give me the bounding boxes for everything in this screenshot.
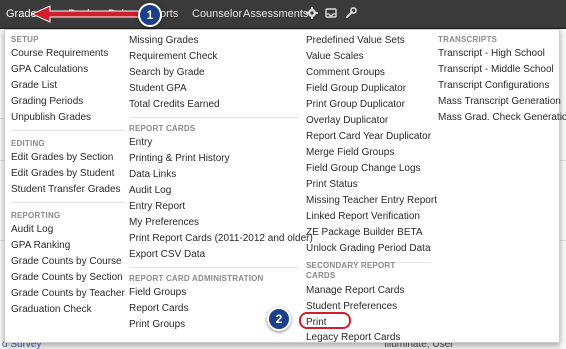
section-header-report-card-administration: REPORT CARD ADMINISTRATION (129, 274, 264, 283)
menu-item-unlock-grading-period-data[interactable]: Unlock Grading Period Data (306, 243, 431, 255)
menu-item-transcript-configurations[interactable]: Transcript Configurations (438, 80, 549, 92)
menu-item-requirement-check[interactable]: Requirement Check (129, 51, 217, 63)
menu-item-entry-report[interactable]: Entry Report (129, 201, 185, 213)
screen: d Survey Illuminate, User Grades eBack B… (0, 0, 566, 349)
menu-item-course-requirements[interactable]: Course Requirements (11, 48, 108, 60)
menu-item-grade-list[interactable]: Grade List (11, 80, 57, 92)
nav-item-counselor[interactable]: Counselor (192, 8, 242, 20)
section-header-secondary-report-cards: SECONDARY REPORT CARDS (306, 261, 395, 281)
menu-item-grade-counts-by-teacher[interactable]: Grade Counts by Teacher (11, 288, 125, 300)
menu-item-missing-teacher-entry-report[interactable]: Missing Teacher Entry Report (306, 195, 437, 207)
menu-item-report-cards-audit-log[interactable]: Audit Log (129, 185, 171, 197)
section-header-setup: SETUP (11, 35, 39, 44)
menu-item-print-status[interactable]: Print Status (306, 179, 358, 191)
menu-item-student-transfer-grades[interactable]: Student Transfer Grades (11, 184, 121, 196)
menu-item-gpa-calculations[interactable]: GPA Calculations (11, 64, 88, 76)
inbox-icon[interactable] (324, 6, 338, 20)
menu-item-mass-transcript-generation[interactable]: Mass Transcript Generation (438, 96, 561, 108)
menu-item-my-preferences[interactable]: My Preferences (129, 217, 199, 229)
menu-item-report-cards[interactable]: Report Cards (129, 303, 188, 315)
menu-item-ze-package-builder[interactable]: ZE Package Builder BETA (306, 227, 423, 239)
step-callout-2: 2 (267, 307, 291, 331)
section-header-reporting: REPORTING (11, 211, 61, 220)
menu-item-search-by-grade[interactable]: Search by Grade (129, 67, 205, 79)
menu-item-grade-counts-by-course[interactable]: Grade Counts by Course (11, 256, 122, 268)
menu-item-export-csv-data[interactable]: Export CSV Data (129, 249, 205, 261)
menu-item-transcript-high-school[interactable]: Transcript - High School (438, 48, 545, 60)
menu-item-print-group-duplicator[interactable]: Print Group Duplicator (306, 99, 405, 111)
section-header-report-cards: REPORT CARDS (129, 124, 196, 133)
section-header-line: CARDS (306, 271, 336, 280)
menu-item-mass-grad-check-generation[interactable]: Mass Grad. Check Generation (438, 112, 566, 124)
annotation-highlight-print (299, 312, 351, 329)
menu-divider (129, 117, 299, 118)
nav-item-partial-3[interactable]: orts (160, 8, 178, 20)
menu-item-grade-counts-by-section[interactable]: Grade Counts by Section (11, 272, 123, 284)
menu-item-student-gpa[interactable]: Student GPA (129, 83, 187, 95)
menu-item-unpublish-grades[interactable]: Unpublish Grades (11, 112, 91, 124)
section-header-editing: EDITING (11, 139, 45, 148)
menu-item-linked-report-verification[interactable]: Linked Report Verification (306, 211, 420, 223)
menu-item-total-credits-earned[interactable]: Total Credits Earned (129, 99, 220, 111)
menu-item-report-card-year-duplicator[interactable]: Report Card Year Duplicator (306, 131, 431, 143)
menu-item-predefined-value-sets[interactable]: Predefined Value Sets (306, 35, 405, 47)
menu-item-gpa-ranking[interactable]: GPA Ranking (11, 240, 70, 252)
nav-item-assessments[interactable]: Assessments (243, 8, 308, 20)
menu-item-edit-grades-by-student[interactable]: Edit Grades by Student (11, 168, 114, 180)
menu-divider (11, 202, 124, 203)
menu-item-missing-grades[interactable]: Missing Grades (129, 35, 198, 47)
menu-item-print-groups[interactable]: Print Groups (129, 319, 185, 331)
menu-item-grading-periods[interactable]: Grading Periods (11, 96, 83, 108)
menu-item-manage-report-cards[interactable]: Manage Report Cards (306, 285, 404, 297)
menu-item-print-report-cards-legacy[interactable]: Print Report Cards (2011-2012 and older) (129, 233, 313, 245)
section-header-line: SECONDARY REPORT (306, 261, 396, 270)
menu-item-transcript-middle-school[interactable]: Transcript - Middle School (438, 64, 554, 76)
menu-item-field-group-change-logs[interactable]: Field Group Change Logs (306, 163, 421, 175)
wrench-icon[interactable] (344, 6, 358, 20)
grades-dropdown-menu: SETUP Course Requirements GPA Calculatio… (4, 29, 566, 344)
menu-item-overlay-duplicator[interactable]: Overlay Duplicator (306, 115, 388, 127)
menu-divider (11, 130, 124, 131)
menu-item-audit-log[interactable]: Audit Log (11, 224, 53, 236)
menu-item-legacy-report-cards[interactable]: Legacy Report Cards (306, 332, 401, 344)
menu-item-merge-field-groups[interactable]: Merge Field Groups (306, 147, 394, 159)
annotation-arrow (30, 5, 143, 23)
menu-item-graduation-check[interactable]: Graduation Check (11, 304, 92, 316)
menu-item-value-scales[interactable]: Value Scales (306, 51, 364, 63)
menu-item-entry[interactable]: Entry (129, 137, 152, 149)
menu-item-printing-print-history[interactable]: Printing & Print History (129, 153, 230, 165)
menu-item-comment-groups[interactable]: Comment Groups (306, 67, 385, 79)
page-background-right (560, 29, 566, 349)
menu-item-data-links[interactable]: Data Links (129, 169, 176, 181)
menu-divider (129, 267, 299, 268)
step-callout-1: 1 (138, 3, 162, 27)
menu-item-field-groups[interactable]: Field Groups (129, 287, 186, 299)
gear-icon[interactable] (305, 6, 319, 20)
menu-item-field-group-duplicator[interactable]: Field Group Duplicator (306, 83, 406, 95)
menu-item-edit-grades-by-section[interactable]: Edit Grades by Section (11, 152, 113, 164)
section-header-transcripts: TRANSCRIPTS (438, 35, 498, 44)
